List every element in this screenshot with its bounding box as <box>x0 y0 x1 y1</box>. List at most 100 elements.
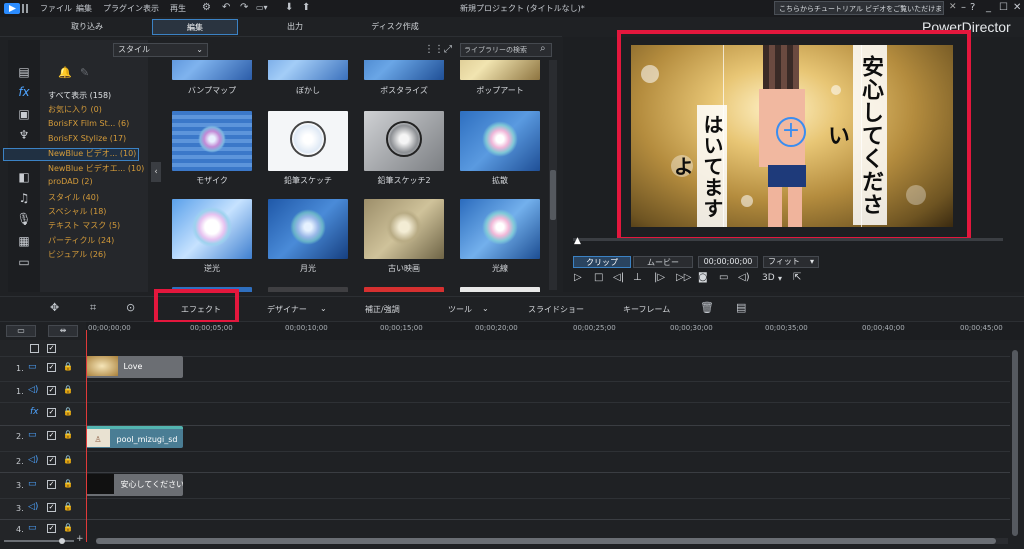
category-item[interactable]: すべて表示 (158) <box>48 90 111 101</box>
expand-icon[interactable]: ⤢ <box>444 44 452 55</box>
effect-thumb[interactable] <box>364 111 444 171</box>
lock-icon[interactable]: 🔒 <box>63 502 73 511</box>
tab-clip[interactable]: クリップ <box>573 256 631 268</box>
effect-thumb[interactable] <box>172 60 252 80</box>
lock-icon[interactable]: 🔒 <box>63 362 73 371</box>
chapter-icon[interactable]: ▦ <box>16 233 32 249</box>
audio-mixing-icon[interactable]: ♫ <box>16 190 32 206</box>
timecode-display[interactable]: 00;00;00;00 <box>698 256 758 268</box>
effect-thumb[interactable] <box>460 60 540 80</box>
stop-icon[interactable]: □ <box>594 272 603 283</box>
menu-plugins[interactable]: プラグイン <box>103 3 143 14</box>
lock-icon[interactable]: 🔒 <box>63 407 73 416</box>
fit-timeline-button[interactable]: ⇹ <box>48 325 78 337</box>
style-dropdown[interactable]: スタイル ⌄ <box>113 43 208 57</box>
timeline-vertical-scrollbar[interactable] <box>1012 350 1018 536</box>
volume-icon[interactable]: ◁) <box>738 272 750 283</box>
redo-icon[interactable]: ↷ <box>240 2 248 13</box>
slideshow-button[interactable]: スライドショー <box>528 304 584 315</box>
tab-disc[interactable]: ディスク作成 <box>352 19 438 35</box>
category-item[interactable]: BorisFX Film St... (6) <box>48 119 129 128</box>
track-check-all[interactable] <box>30 344 39 353</box>
tab-movie[interactable]: ムービー <box>633 256 693 268</box>
minimize-icon[interactable]: – <box>961 2 966 13</box>
designer-button[interactable]: デザイナー <box>267 304 307 315</box>
chevron-down-icon[interactable]: ⌄ <box>320 304 327 313</box>
bell-icon[interactable]: 🔔 <box>58 66 72 79</box>
undo-icon[interactable]: ↶ <box>222 2 230 13</box>
timeline-zoom-slider[interactable] <box>4 538 74 544</box>
category-item[interactable]: BorisFX Stylize (17) <box>48 134 126 143</box>
track-check-all[interactable]: ✓ <box>47 344 56 353</box>
3d-mode-button[interactable]: 3D <box>762 273 775 283</box>
close-icon[interactable]: ✕ <box>949 2 957 12</box>
clip-pool[interactable]: ♙ pool_mizugi_sd <box>86 426 183 448</box>
grid-view-icon[interactable]: ⋮⋮ <box>424 44 444 55</box>
track-enable-checkbox[interactable]: ✓ <box>47 363 56 372</box>
color-dropdown-icon[interactable]: ⊙ <box>126 301 135 314</box>
transition-room-icon[interactable]: ◧ <box>16 169 32 185</box>
window-close-icon[interactable]: ✕ <box>1013 2 1021 13</box>
category-item[interactable]: スタイル (40) <box>48 192 99 203</box>
track-enable-checkbox[interactable]: ✓ <box>47 524 56 533</box>
fast-forward-icon[interactable]: ▷▷ <box>676 272 691 283</box>
snapshot-icon[interactable]: ◙ <box>698 272 708 283</box>
effect-thumb[interactable] <box>364 287 444 292</box>
clip-love[interactable]: Love <box>86 356 183 378</box>
import-icon[interactable]: ⬇ <box>285 2 293 13</box>
move-tool-icon[interactable]: ✥ <box>50 301 59 314</box>
clip-title[interactable]: 安心してください <box>86 474 183 496</box>
search-icon[interactable]: ⌕ <box>540 43 546 54</box>
help-button[interactable]: ? <box>970 2 975 13</box>
subtitle-toggle-icon[interactable]: ▭ <box>719 272 728 283</box>
category-item[interactable]: お気に入り (0) <box>48 104 102 115</box>
particle-room-icon[interactable]: ♆ <box>16 127 32 143</box>
menu-file[interactable]: ファイル <box>40 3 72 14</box>
undock-icon[interactable]: ⇱ <box>793 272 801 283</box>
category-item[interactable]: パーティクル (24) <box>48 235 114 246</box>
window-minimize-icon[interactable]: _ <box>986 2 991 13</box>
preview-seekbar[interactable] <box>573 238 1003 241</box>
effect-thumb[interactable] <box>172 199 252 259</box>
track-enable-checkbox[interactable]: ✓ <box>47 408 56 417</box>
effect-thumb[interactable] <box>268 111 348 171</box>
tab-capture[interactable]: 取り込み <box>44 19 130 35</box>
playhead[interactable] <box>86 330 87 542</box>
crop-icon[interactable]: ⌗ <box>90 301 96 315</box>
collapse-panel-button[interactable]: ‹ <box>151 162 161 182</box>
tab-edit[interactable]: 編集 <box>152 19 238 35</box>
effect-button[interactable]: エフェクト <box>181 304 221 315</box>
export-icon[interactable]: ⬆ <box>302 2 310 13</box>
correct-enhance-button[interactable]: 補正/強調 <box>365 304 400 315</box>
tools-button[interactable]: ツール <box>448 304 472 315</box>
mark-in-icon[interactable]: ⊥ <box>633 272 642 283</box>
chevron-down-icon[interactable]: ▾ <box>778 274 782 283</box>
effect-thumb[interactable] <box>460 199 540 259</box>
pip-room-icon[interactable]: ▣ <box>16 106 32 122</box>
zoom-dropdown[interactable]: フィット ▾ <box>763 256 819 268</box>
track-enable-checkbox[interactable]: ✓ <box>47 431 56 440</box>
seek-marker-icon[interactable]: ▲ <box>574 236 581 246</box>
chevron-down-icon[interactable]: ⌄ <box>482 304 489 313</box>
effect-thumb[interactable] <box>460 111 540 171</box>
lock-icon[interactable]: 🔒 <box>63 523 73 532</box>
category-item[interactable]: テキスト マスク (5) <box>48 220 120 231</box>
tutorial-banner[interactable]: こちらからチュートリアル ビデオをご覧いただけます。 <box>774 1 944 15</box>
lock-icon[interactable]: 🔒 <box>63 430 73 439</box>
track-enable-checkbox[interactable]: ✓ <box>47 480 56 489</box>
voiceover-icon[interactable]: 🎙 <box>16 211 32 227</box>
effect-thumb[interactable] <box>172 111 252 171</box>
menu-view[interactable]: 表示 <box>143 3 159 14</box>
category-item[interactable]: スペシャル (18) <box>48 206 106 217</box>
preferences-icon[interactable]: ⚙ <box>202 2 211 13</box>
keyframe-button[interactable]: キーフレーム <box>623 304 670 315</box>
track-enable-checkbox[interactable]: ✓ <box>47 456 56 465</box>
library-search-input[interactable]: ライブラリーの検索 <box>460 43 552 57</box>
effect-thumb[interactable] <box>268 287 348 292</box>
effect-thumb[interactable] <box>268 199 348 259</box>
effect-room-icon[interactable]: fx <box>16 84 32 100</box>
category-item[interactable]: NewBlue ビデオエ... (10) <box>48 163 144 174</box>
effect-thumb[interactable] <box>268 60 348 80</box>
timeline-scroll-thumb[interactable] <box>96 538 996 544</box>
subtitle-icon[interactable]: ▭ <box>16 254 32 270</box>
